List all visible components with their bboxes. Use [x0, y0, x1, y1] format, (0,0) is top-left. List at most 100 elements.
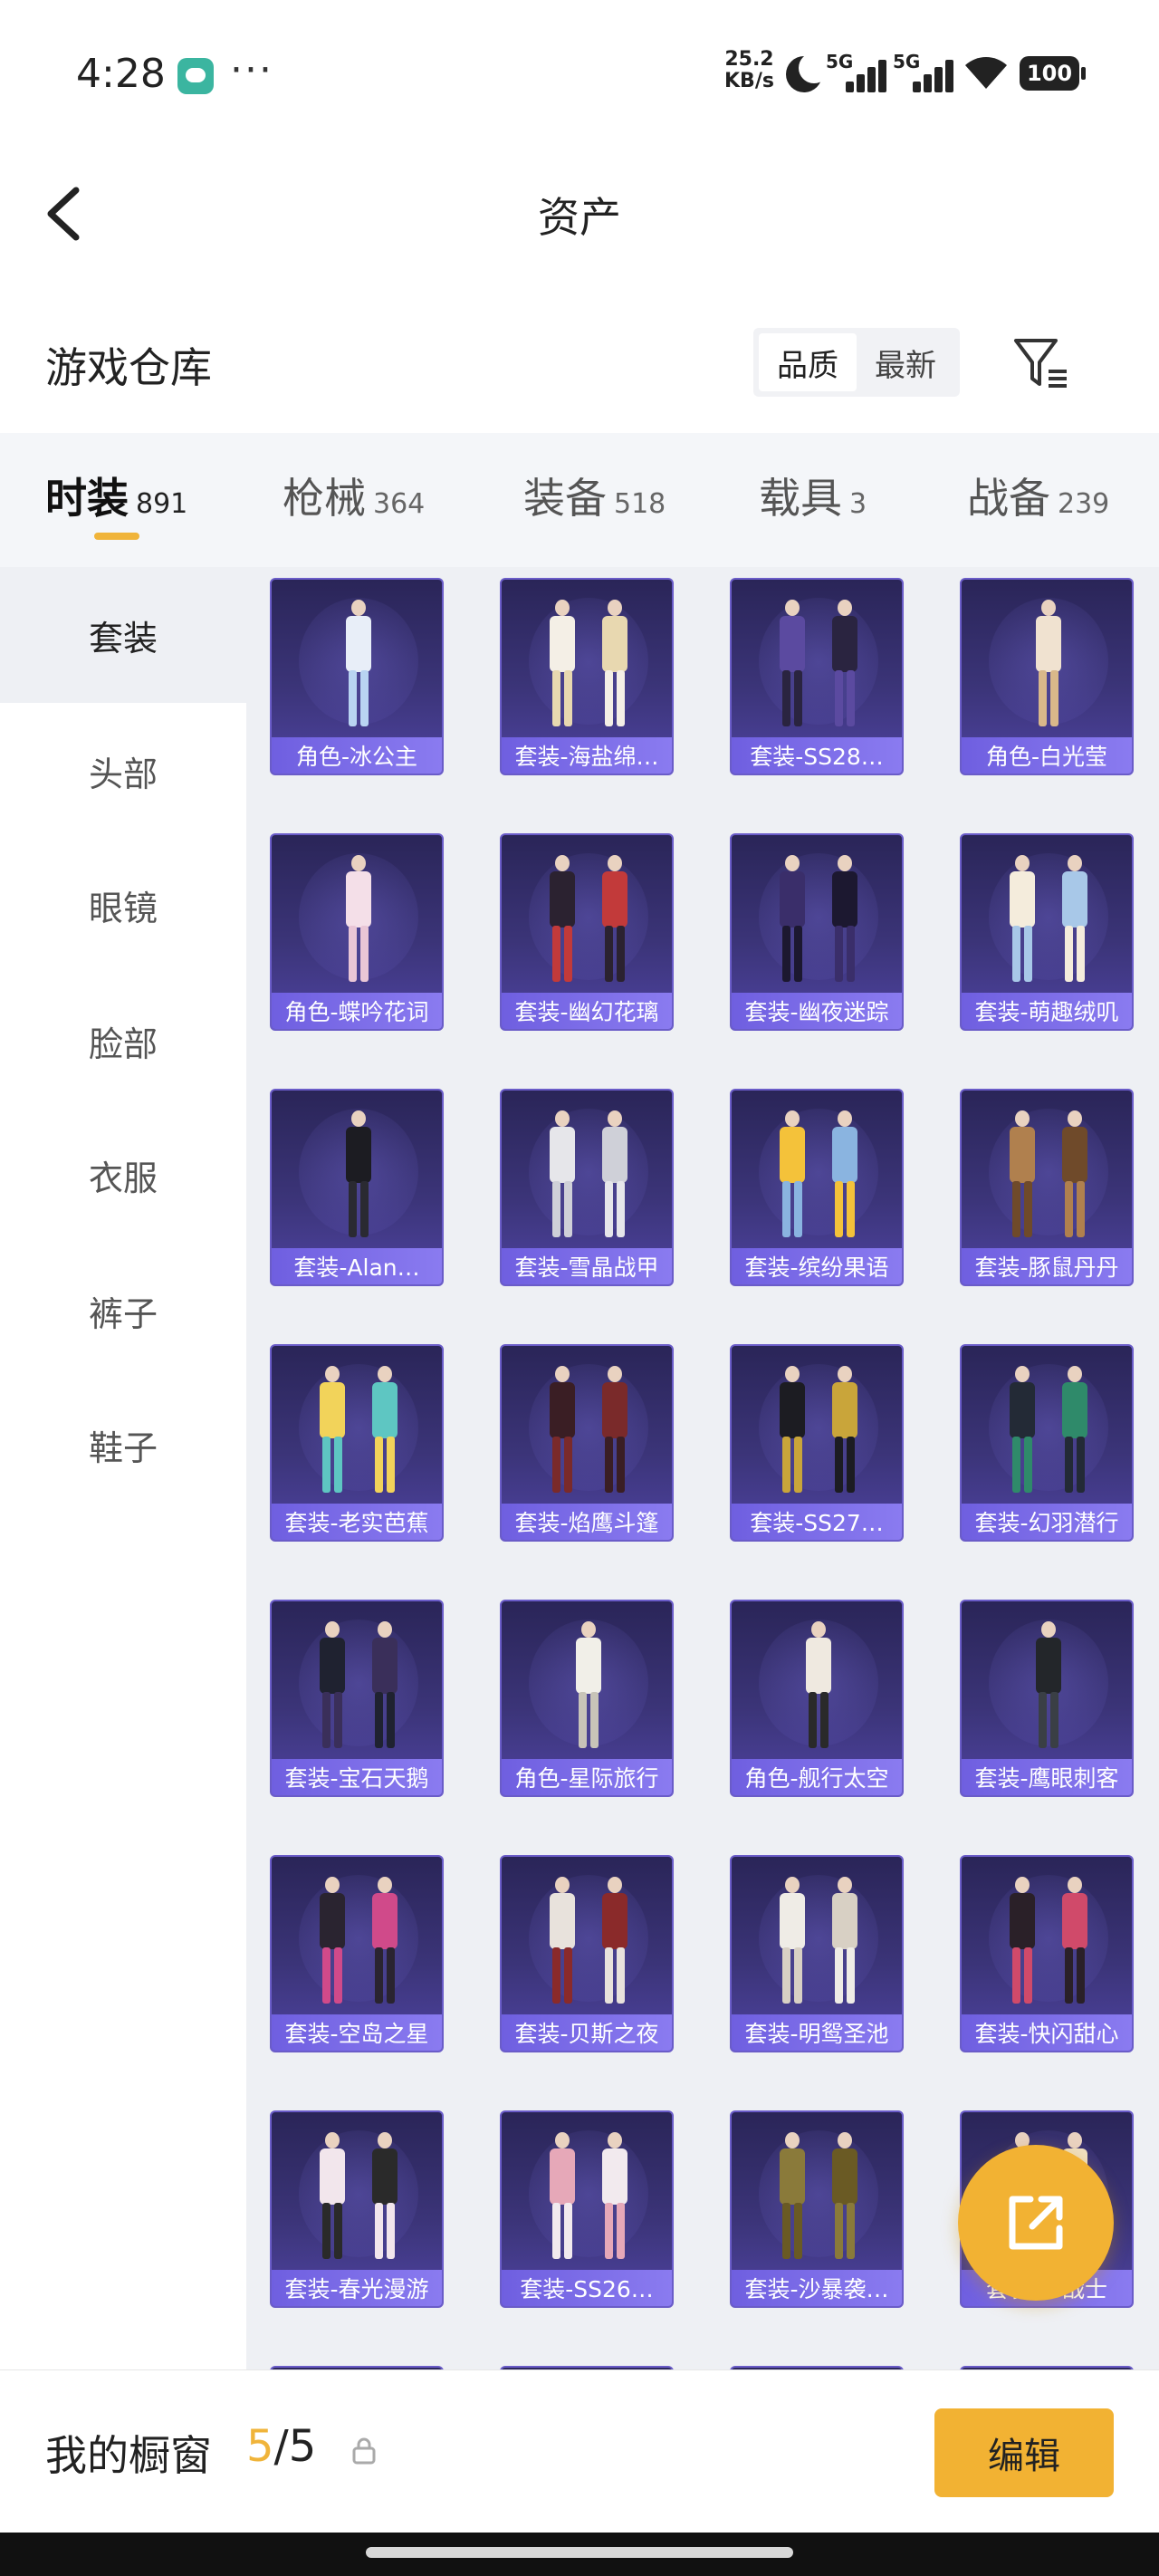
sidebar-item-pants[interactable]: 裤子 [0, 1243, 246, 1379]
item-card[interactable]: 套装-缤纷果语 [730, 1089, 904, 1286]
battery-icon: 100 [1020, 56, 1086, 91]
item-card[interactable]: 角色-舰行太空 [730, 1600, 904, 1797]
item-card-label: 套装-焰鹰斗篷 [502, 1504, 672, 1540]
item-card[interactable]: 套装-萌趣绒叽 [960, 833, 1134, 1031]
tab-label: 枪械 [283, 474, 366, 523]
tab-fashion[interactable]: 时装 891 [45, 466, 187, 525]
item-card[interactable]: 套装-幽幻花璃 [500, 833, 674, 1031]
item-card[interactable]: 角色-蝶吟花词 [270, 833, 444, 1031]
outfit-figure [1007, 1366, 1038, 1502]
lock-icon [351, 2437, 377, 2465]
item-card[interactable]: 套装-豚鼠丹丹 [960, 1089, 1134, 1286]
item-card[interactable]: 套装-快闪甜心 [960, 1855, 1134, 2052]
item-card[interactable]: 套装-焰鹰斗篷 [500, 1344, 674, 1542]
active-tab-indicator [94, 533, 139, 540]
tab-count: 364 [373, 488, 426, 520]
showcase-bar: 我的橱窗 5/5 编辑 [0, 2369, 1159, 2533]
net-speed-value: 25.2 [724, 48, 774, 71]
item-card[interactable]: 套装-空岛之星 [270, 1855, 444, 2052]
item-card[interactable]: 套装-幽夜迷踪 [730, 833, 904, 1031]
signal-icon: 5G [826, 51, 886, 92]
outfit-figure [599, 1877, 630, 2013]
tab-vehicles[interactable]: 载具 3 [759, 466, 867, 525]
item-card[interactable]: 套装-雪晶战甲 [500, 1089, 674, 1286]
item-card[interactable]: 角色-冰公主 [270, 578, 444, 775]
net-speed-unit: KB/s [724, 70, 774, 92]
item-card-label: 套装-老实芭蕉 [272, 1504, 442, 1540]
item-card[interactable]: 套装-明鸳圣池 [730, 1855, 904, 2052]
item-card[interactable]: 套装-SS27… [730, 1344, 904, 1542]
sidebar-item-glasses[interactable]: 眼镜 [0, 837, 246, 973]
item-card[interactable]: 套装-宝石天鹅 [270, 1600, 444, 1797]
item-card-label: 套装-雪晶战甲 [502, 1248, 672, 1284]
showcase-count: 5/5 [246, 2421, 316, 2472]
item-card-label: 角色-白光莹 [962, 737, 1132, 774]
outfit-figure [777, 600, 808, 735]
item-card[interactable]: 套装-鹰眼刺客 [960, 1600, 1134, 1797]
item-card[interactable]: 套装-SS26… [500, 2110, 674, 2308]
item-card[interactable]: 套装-春光漫游 [270, 2110, 444, 2308]
sidebar-item-face[interactable]: 脸部 [0, 973, 246, 1109]
item-card-label: 套装-Alan… [272, 1248, 442, 1284]
item-card[interactable]: 套装-海盐绵… [500, 578, 674, 775]
sidebar-item-shoes[interactable]: 鞋子 [0, 1377, 246, 1513]
home-indicator[interactable] [366, 2547, 793, 2558]
item-card-label: 套装-海盐绵… [502, 737, 672, 774]
outfit-figure [573, 1621, 604, 1757]
item-card[interactable]: 套装-SS28… [730, 578, 904, 775]
item-card[interactable]: 套装-贝斯之夜 [500, 1855, 674, 2052]
edit-button[interactable]: 编辑 [934, 2408, 1114, 2497]
item-card-label: 套装-SS26… [502, 2270, 672, 2306]
outfit-figure [777, 2132, 808, 2268]
more-notifications-icon: ··· [230, 47, 273, 93]
status-bar: 4:28 ··· 25.2 KB/s 5G 5G 100 [0, 0, 1159, 145]
sort-by-newest[interactable]: 最新 [857, 333, 954, 391]
item-card[interactable]: 套装-沙暴袭… [730, 2110, 904, 2308]
filter-button[interactable] [1011, 333, 1070, 393]
category-tabs: 时装 891 枪械 364 装备 518 载具 3 战备 239 [0, 433, 1159, 567]
item-card-label: 套装-沙暴袭… [732, 2270, 902, 2306]
sidebar-item-head[interactable]: 头部 [0, 703, 246, 839]
item-card-label: 角色-舰行太空 [732, 1759, 902, 1795]
showcase-label: 我的橱窗 [45, 2431, 212, 2480]
filter-icon [1014, 339, 1067, 388]
outfit-figure [829, 855, 860, 991]
tab-firearms[interactable]: 枪械 364 [283, 466, 425, 525]
outfit-figure [1059, 1877, 1090, 2013]
item-card[interactable]: 套装-幻羽潜行 [960, 1344, 1134, 1542]
share-button[interactable] [958, 2145, 1114, 2301]
item-card-label: 套装-SS28… [732, 737, 902, 774]
outfit-figure [1007, 855, 1038, 991]
sidebar-item-clothes[interactable]: 衣服 [0, 1107, 246, 1243]
outfit-figure [317, 2132, 348, 2268]
outfit-figure [777, 1366, 808, 1502]
outfit-figure [369, 1621, 400, 1757]
item-card[interactable]: 套装-Alan… [270, 1089, 444, 1286]
outfit-figure [1059, 855, 1090, 991]
net-speed: 25.2 KB/s [724, 49, 774, 92]
item-card[interactable]: 套装-老实芭蕉 [270, 1344, 444, 1542]
outfit-figure [317, 1621, 348, 1757]
item-card-label: 套装-豚鼠丹丹 [962, 1248, 1132, 1284]
sort-toggle[interactable]: 品质 最新 [753, 328, 960, 397]
outfit-figure [1007, 1110, 1038, 1246]
tab-count: 518 [614, 488, 666, 520]
sort-by-quality[interactable]: 品质 [759, 333, 857, 391]
item-card[interactable]: 角色-白光莹 [960, 578, 1134, 775]
showcase-separator: / [273, 2421, 289, 2472]
signal-label: 5G [893, 51, 921, 72]
outfit-figure [1033, 600, 1064, 735]
sidebar-item-outfit[interactable]: 套装 [0, 567, 246, 703]
showcase-current: 5 [246, 2421, 274, 2472]
tab-supplies[interactable]: 战备 239 [967, 466, 1109, 525]
outfit-figure [599, 600, 630, 735]
item-card-label: 套装-幻羽潜行 [962, 1504, 1132, 1540]
outfit-figure [829, 600, 860, 735]
item-card[interactable]: 角色-星际旅行 [500, 1600, 674, 1797]
outfit-figure [829, 1366, 860, 1502]
tab-label: 时装 [45, 474, 129, 523]
outfit-figure [803, 1621, 834, 1757]
outfit-figure [547, 600, 578, 735]
page-title: 资产 [538, 193, 621, 242]
tab-equipment[interactable]: 装备 518 [523, 466, 666, 525]
